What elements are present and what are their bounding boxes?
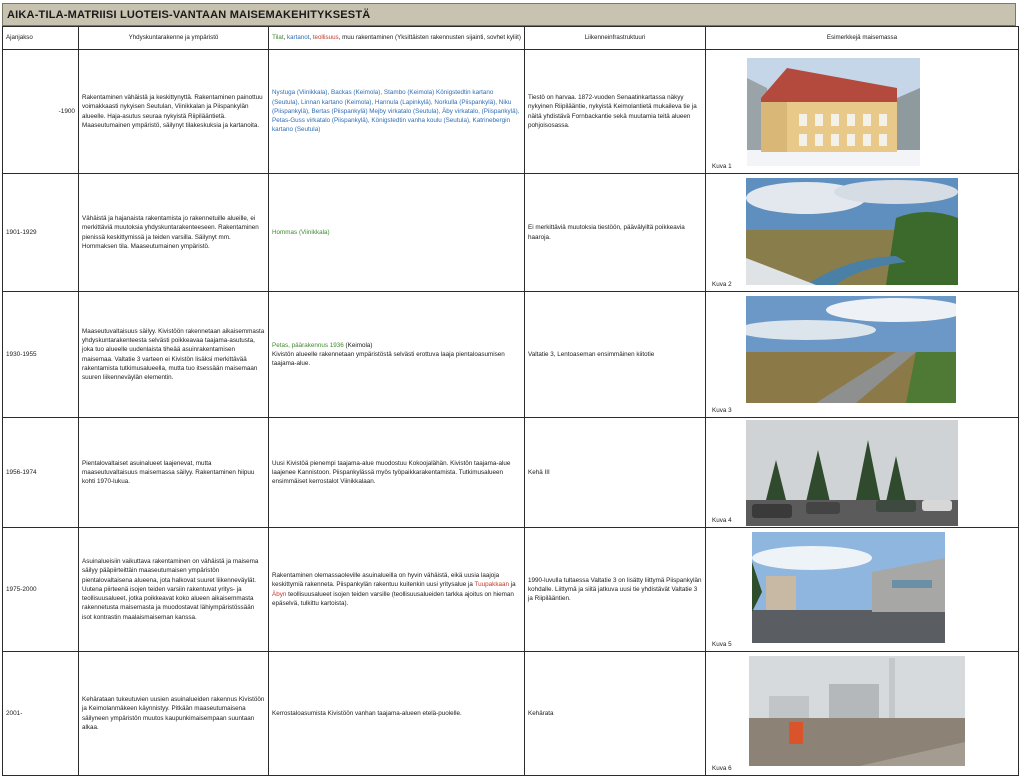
photo-caption: Kuva 6 (712, 764, 732, 772)
photo-caption: Kuva 5 (712, 640, 732, 648)
example-photo-manor (747, 58, 920, 166)
photo-caption: Kuva 3 (712, 406, 732, 414)
example-cell: Kuva 2 (705, 173, 1019, 292)
buildings-cell: Hommas (Viinikkala) (268, 173, 525, 292)
buildings-cell: Petas, päärakennus 1936 (Keimola) Kivistö… (268, 291, 525, 418)
table-row: 1956-1974 Pientalovaltaiset asuinalueet … (2, 417, 1019, 528)
buildings-cell: Kerrostaloasumista Kivistöön vanhan taaj… (268, 651, 525, 776)
infra-cell: Ei merkittäviä muutoksia tiestöön, päävä… (524, 173, 706, 292)
buildings-highlight: Petas, päärakennus 1936 (272, 341, 344, 349)
example-photo-construction (749, 656, 965, 766)
example-photo-river (746, 178, 958, 285)
table-row: 1930-1955 Maaseutuvaltaisuus säilyy. Kiv… (2, 291, 1019, 418)
header-kartanot: kartanot (287, 34, 310, 41)
example-cell: Kuva 1 (705, 49, 1019, 174)
photo-caption: Kuva 2 (712, 280, 732, 288)
example-photo-industrial (752, 532, 945, 643)
period-cell: 2001- (2, 651, 79, 776)
example-cell: Kuva 3 (705, 291, 1019, 418)
example-cell: Kuva 6 (705, 651, 1019, 776)
header-examples: Esimerkkejä maisemassa (705, 26, 1019, 50)
infra-cell: Kehärata (524, 651, 706, 776)
structure-cell: Rakentaminen vähäistä ja keskittynyttä. … (78, 49, 269, 174)
header-period: Ajanjakso (2, 26, 79, 50)
example-cell: Kuva 4 (705, 417, 1019, 528)
structure-cell: Vähäistä ja hajanaista rakentamista jo r… (78, 173, 269, 292)
header-muu: , muu rakentaminen (Yksittäisten rakennu… (338, 34, 521, 41)
infra-cell: Tiestö on harvaa. 1872-vuoden Senaatinka… (524, 49, 706, 174)
header-row: Ajanjakso Yhdyskuntarakenne ja ympäristö… (2, 26, 1019, 50)
header-buildings: Tilat, kartanot, teollisuus, muu rakenta… (268, 26, 525, 50)
infra-cell: 1990-luvulla tultaessa Valtatie 3 on lis… (524, 527, 706, 652)
structure-cell: Pientalovaltaiset asuinalueet laajenevat… (78, 417, 269, 528)
photo-caption: Kuva 1 (712, 162, 732, 170)
buildings-cell: Uusi Kivistöä pienempi taajama-alue muod… (268, 417, 525, 528)
header-teollisuus: teollisuus (312, 34, 339, 41)
time-space-matrix-table: Ajanjakso Yhdyskuntarakenne ja ympäristö… (2, 26, 1019, 776)
header-infra: Liikenneinfrastruktuuri (524, 26, 706, 50)
infra-cell: Valtatie 3, Lentoaseman ensimmäinen kiit… (524, 291, 706, 418)
structure-cell: Asuinalueisiin vaikuttava rakentaminen o… (78, 527, 269, 652)
buildings-cell: Rakentaminen olemassaoleville asuinaluei… (268, 527, 525, 652)
header-structure: Yhdyskuntarakenne ja ympäristö (78, 26, 269, 50)
period-cell: 1930-1955 (2, 291, 79, 418)
table-row: -1900 Rakentaminen vähäistä ja keskittyn… (2, 49, 1019, 174)
example-photo-highway (746, 296, 956, 403)
buildings-highlight-tuupakka: Tuupakkaan (474, 581, 509, 589)
infra-cell: Kehä III (524, 417, 706, 528)
buildings-highlight-aby: Äbyn (272, 590, 287, 598)
header-tilat: Tilat (272, 34, 284, 41)
buildings-cell: Nystuga (Viinikkala), Backas (Keimola), … (268, 49, 525, 174)
period-cell: 1975-2000 (2, 527, 79, 652)
table-row: 2001- Kehärataan tukeutuvien uusien asui… (2, 651, 1019, 776)
example-photo-parking (746, 420, 958, 526)
period-cell: 1901-1929 (2, 173, 79, 292)
photo-caption: Kuva 4 (712, 516, 732, 524)
table-row: 1975-2000 Asuinalueisiin vaikuttava rake… (2, 527, 1019, 652)
matrix-sheet: AIKA-TILA-MATRIISI LUOTEIS-VANTAAN MAISE… (2, 3, 1019, 776)
structure-cell: Kehärataan tukeutuvien uusien asuinaluei… (78, 651, 269, 776)
structure-cell: Maaseutuvaltaisuus säilyy. Kivistöön rak… (78, 291, 269, 418)
period-cell: 1956-1974 (2, 417, 79, 528)
period-cell: -1900 (2, 49, 79, 174)
example-cell: Kuva 5 (705, 527, 1019, 652)
page-title: AIKA-TILA-MATRIISI LUOTEIS-VANTAAN MAISE… (2, 3, 1016, 26)
table-row: 1901-1929 Vähäistä ja hajanaista rakenta… (2, 173, 1019, 292)
